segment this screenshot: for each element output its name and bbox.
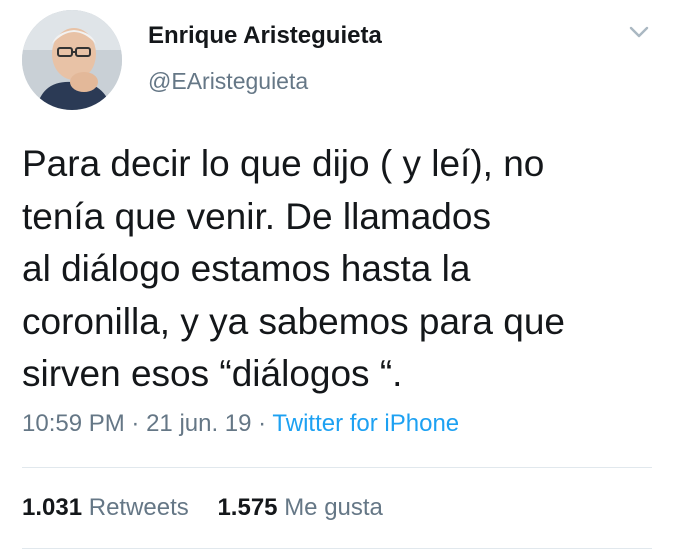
user-handle[interactable]: @EAristeguieta — [148, 68, 308, 95]
tweet-stats: 1.031 Retweets 1.575 Me gusta — [22, 494, 383, 522]
meta-separator: · — [131, 410, 140, 437]
divider — [22, 548, 652, 549]
display-name[interactable]: Enrique Aristeguieta — [148, 22, 382, 50]
tweet-text-line: sirven esos “diálogos “. — [22, 353, 403, 394]
tweet-card: Enrique Aristeguieta @EAristeguieta Para… — [0, 0, 673, 553]
avatar[interactable] — [22, 10, 122, 110]
likes-count: 1.575 — [217, 494, 278, 521]
retweets-count: 1.031 — [22, 494, 83, 521]
likes-stat[interactable]: 1.575 Me gusta — [217, 494, 382, 521]
tweet-time[interactable]: 10:59 PM — [22, 410, 125, 437]
tweet-text-line: coronilla, y ya sabemos para que — [22, 300, 565, 342]
avatar-photo — [22, 10, 122, 110]
likes-label: Me gusta — [284, 494, 383, 521]
retweets-stat[interactable]: 1.031 Retweets — [22, 494, 195, 521]
meta-separator: · — [258, 410, 267, 437]
tweet-text-line: Para decir lo que dijo ( y leí), no — [22, 143, 545, 184]
tweet-source-link[interactable]: Twitter for iPhone — [272, 410, 459, 437]
retweets-label: Retweets — [88, 494, 189, 521]
tweet-text-line: al diálogo estamos hasta la — [22, 248, 471, 289]
tweet-text-line: tenía que venir. De llamados — [22, 195, 491, 237]
tweet-meta: 10:59 PM · 21 jun. 19 · Twitter for iPho… — [22, 410, 459, 438]
tweet-date[interactable]: 21 jun. 19 — [146, 410, 251, 437]
divider — [22, 467, 652, 468]
tweet-text: Para decir lo que dijo ( y leí), no tení… — [22, 138, 652, 401]
chevron-down-icon[interactable] — [628, 24, 650, 40]
